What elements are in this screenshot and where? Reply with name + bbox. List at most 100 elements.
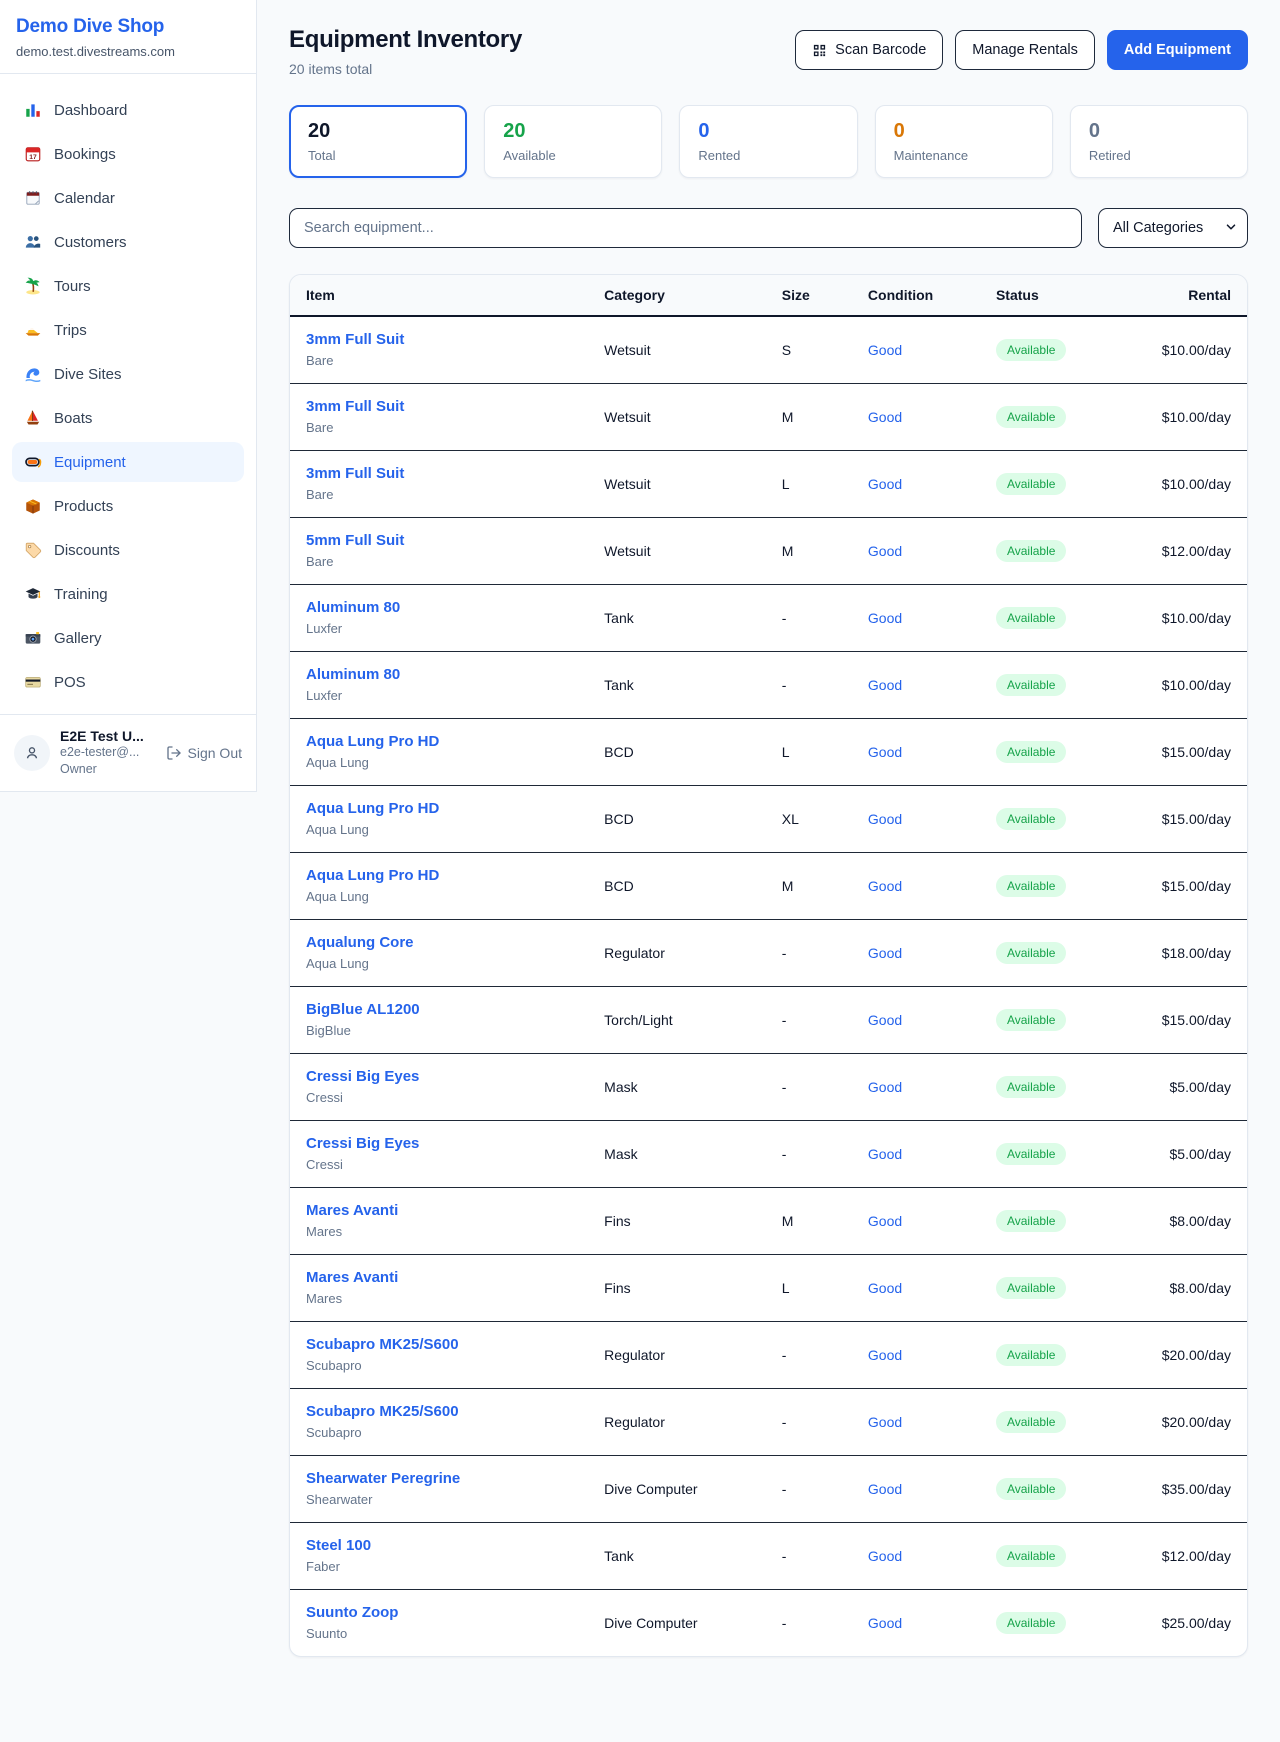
sidebar-item-label: Equipment — [54, 454, 126, 471]
condition-link[interactable]: Good — [868, 1146, 902, 1162]
sailboat-icon — [24, 409, 42, 427]
stat-card-retired[interactable]: 0Retired — [1070, 105, 1248, 178]
item-name-link[interactable]: Suunto Zoop — [306, 1603, 398, 1623]
item-name-link[interactable]: 3mm Full Suit — [306, 397, 404, 417]
page-title: Equipment Inventory — [289, 26, 522, 54]
wave-icon — [24, 365, 42, 383]
rental-rate: $10.00/day — [1109, 652, 1247, 719]
stat-card-total[interactable]: 20Total — [289, 105, 467, 178]
condition-link[interactable]: Good — [868, 1414, 902, 1430]
item-name-link[interactable]: Cressi Big Eyes — [306, 1134, 419, 1154]
sidebar-item-label: Bookings — [54, 146, 116, 163]
scan-barcode-button[interactable]: Scan Barcode — [795, 30, 943, 70]
item-category: Fins — [588, 1255, 766, 1322]
sidebar-item-label: Trips — [54, 322, 87, 339]
condition-link[interactable]: Good — [868, 409, 902, 425]
item-size: M — [766, 518, 852, 585]
item-name-link[interactable]: Scubapro MK25/S600 — [306, 1402, 459, 1422]
sidebar-item-equipment[interactable]: Equipment — [12, 442, 244, 482]
table-row: 3mm Full SuitBareWetsuitMGoodAvailable$1… — [290, 384, 1247, 451]
condition-link[interactable]: Good — [868, 811, 902, 827]
item-category: Wetsuit — [588, 316, 766, 384]
stat-value: 20 — [308, 120, 448, 143]
sidebar-item-label: Customers — [54, 234, 127, 251]
brand-box: Demo Dive Shop demo.test.divestreams.com — [0, 0, 256, 74]
sidebar-item-tours[interactable]: Tours — [12, 266, 244, 306]
item-name-link[interactable]: Mares Avanti — [306, 1268, 398, 1288]
stat-card-available[interactable]: 20Available — [484, 105, 662, 178]
item-name-link[interactable]: Mares Avanti — [306, 1201, 398, 1221]
item-brand: Cressi — [306, 1156, 572, 1174]
condition-link[interactable]: Good — [868, 1548, 902, 1564]
item-name-link[interactable]: Aqua Lung Pro HD — [306, 799, 439, 819]
sidebar-item-pos[interactable]: POS — [12, 662, 244, 702]
item-name-link[interactable]: Steel 100 — [306, 1536, 371, 1556]
item-name-link[interactable]: 5mm Full Suit — [306, 531, 404, 551]
sidebar-item-boats[interactable]: Boats — [12, 398, 244, 438]
item-name-link[interactable]: Shearwater Peregrine — [306, 1469, 460, 1489]
manage-rentals-button[interactable]: Manage Rentals — [955, 30, 1095, 70]
status-badge: Available — [996, 808, 1066, 830]
condition-link[interactable]: Good — [868, 1615, 902, 1631]
filters-row: All Categories — [289, 208, 1248, 248]
condition-link[interactable]: Good — [868, 878, 902, 894]
status-badge: Available — [996, 1545, 1066, 1567]
condition-link[interactable]: Good — [868, 1012, 902, 1028]
condition-link[interactable]: Good — [868, 610, 902, 626]
condition-link[interactable]: Good — [868, 1213, 902, 1229]
item-name-link[interactable]: Aluminum 80 — [306, 598, 400, 618]
item-name-link[interactable]: Aqualung Core — [306, 933, 414, 953]
item-brand: Aqua Lung — [306, 955, 572, 973]
sidebar-item-products[interactable]: Products — [12, 486, 244, 526]
item-name-link[interactable]: Aqua Lung Pro HD — [306, 732, 439, 752]
sidebar-item-discounts[interactable]: Discounts — [12, 530, 244, 570]
condition-link[interactable]: Good — [868, 945, 902, 961]
table-row: Suunto ZoopSuuntoDive Computer-GoodAvail… — [290, 1590, 1247, 1657]
item-name-link[interactable]: BigBlue AL1200 — [306, 1000, 420, 1020]
item-size: - — [766, 1121, 852, 1188]
sidebar-item-training[interactable]: Training — [12, 574, 244, 614]
item-name-link[interactable]: Aqua Lung Pro HD — [306, 866, 439, 886]
search-input[interactable] — [289, 208, 1082, 248]
item-name-link[interactable]: 3mm Full Suit — [306, 464, 404, 484]
sidebar-item-label: Dashboard — [54, 102, 127, 119]
add-equipment-button[interactable]: Add Equipment — [1107, 30, 1248, 70]
condition-link[interactable]: Good — [868, 342, 902, 358]
table-row: 5mm Full SuitBareWetsuitMGoodAvailable$1… — [290, 518, 1247, 585]
sidebar-item-trips[interactable]: Trips — [12, 310, 244, 350]
condition-link[interactable]: Good — [868, 1347, 902, 1363]
sidebar-item-calendar[interactable]: Calendar — [12, 178, 244, 218]
condition-link[interactable]: Good — [868, 1481, 902, 1497]
sidebar-item-bookings[interactable]: 17Bookings — [12, 134, 244, 174]
stat-value: 0 — [698, 120, 838, 143]
category-select[interactable]: All Categories — [1098, 208, 1248, 248]
stat-label: Retired — [1089, 148, 1229, 163]
item-name-link[interactable]: Aluminum 80 — [306, 665, 400, 685]
item-name-link[interactable]: 3mm Full Suit — [306, 330, 404, 350]
condition-link[interactable]: Good — [868, 1280, 902, 1296]
status-badge: Available — [996, 1344, 1066, 1366]
stat-card-rented[interactable]: 0Rented — [679, 105, 857, 178]
package-icon — [24, 497, 42, 515]
sidebar-item-dive-sites[interactable]: Dive Sites — [12, 354, 244, 394]
table-row: Aluminum 80LuxferTank-GoodAvailable$10.0… — [290, 585, 1247, 652]
condition-link[interactable]: Good — [868, 677, 902, 693]
condition-link[interactable]: Good — [868, 1079, 902, 1095]
item-brand: Faber — [306, 1558, 572, 1576]
item-name-link[interactable]: Scubapro MK25/S600 — [306, 1335, 459, 1355]
condition-link[interactable]: Good — [868, 744, 902, 760]
rental-rate: $5.00/day — [1109, 1121, 1247, 1188]
item-category: Tank — [588, 652, 766, 719]
stat-card-maintenance[interactable]: 0Maintenance — [875, 105, 1053, 178]
user-name: E2E Test U... — [60, 728, 156, 744]
condition-link[interactable]: Good — [868, 543, 902, 559]
sign-out-button[interactable]: Sign Out — [166, 745, 242, 761]
table-row: Shearwater PeregrineShearwaterDive Compu… — [290, 1456, 1247, 1523]
item-brand: Bare — [306, 486, 572, 504]
table-row: Mares AvantiMaresFinsMGoodAvailable$8.00… — [290, 1188, 1247, 1255]
sidebar-item-gallery[interactable]: Gallery — [12, 618, 244, 658]
condition-link[interactable]: Good — [868, 476, 902, 492]
sidebar-item-customers[interactable]: Customers — [12, 222, 244, 262]
item-name-link[interactable]: Cressi Big Eyes — [306, 1067, 419, 1087]
sidebar-item-dashboard[interactable]: Dashboard — [12, 90, 244, 130]
